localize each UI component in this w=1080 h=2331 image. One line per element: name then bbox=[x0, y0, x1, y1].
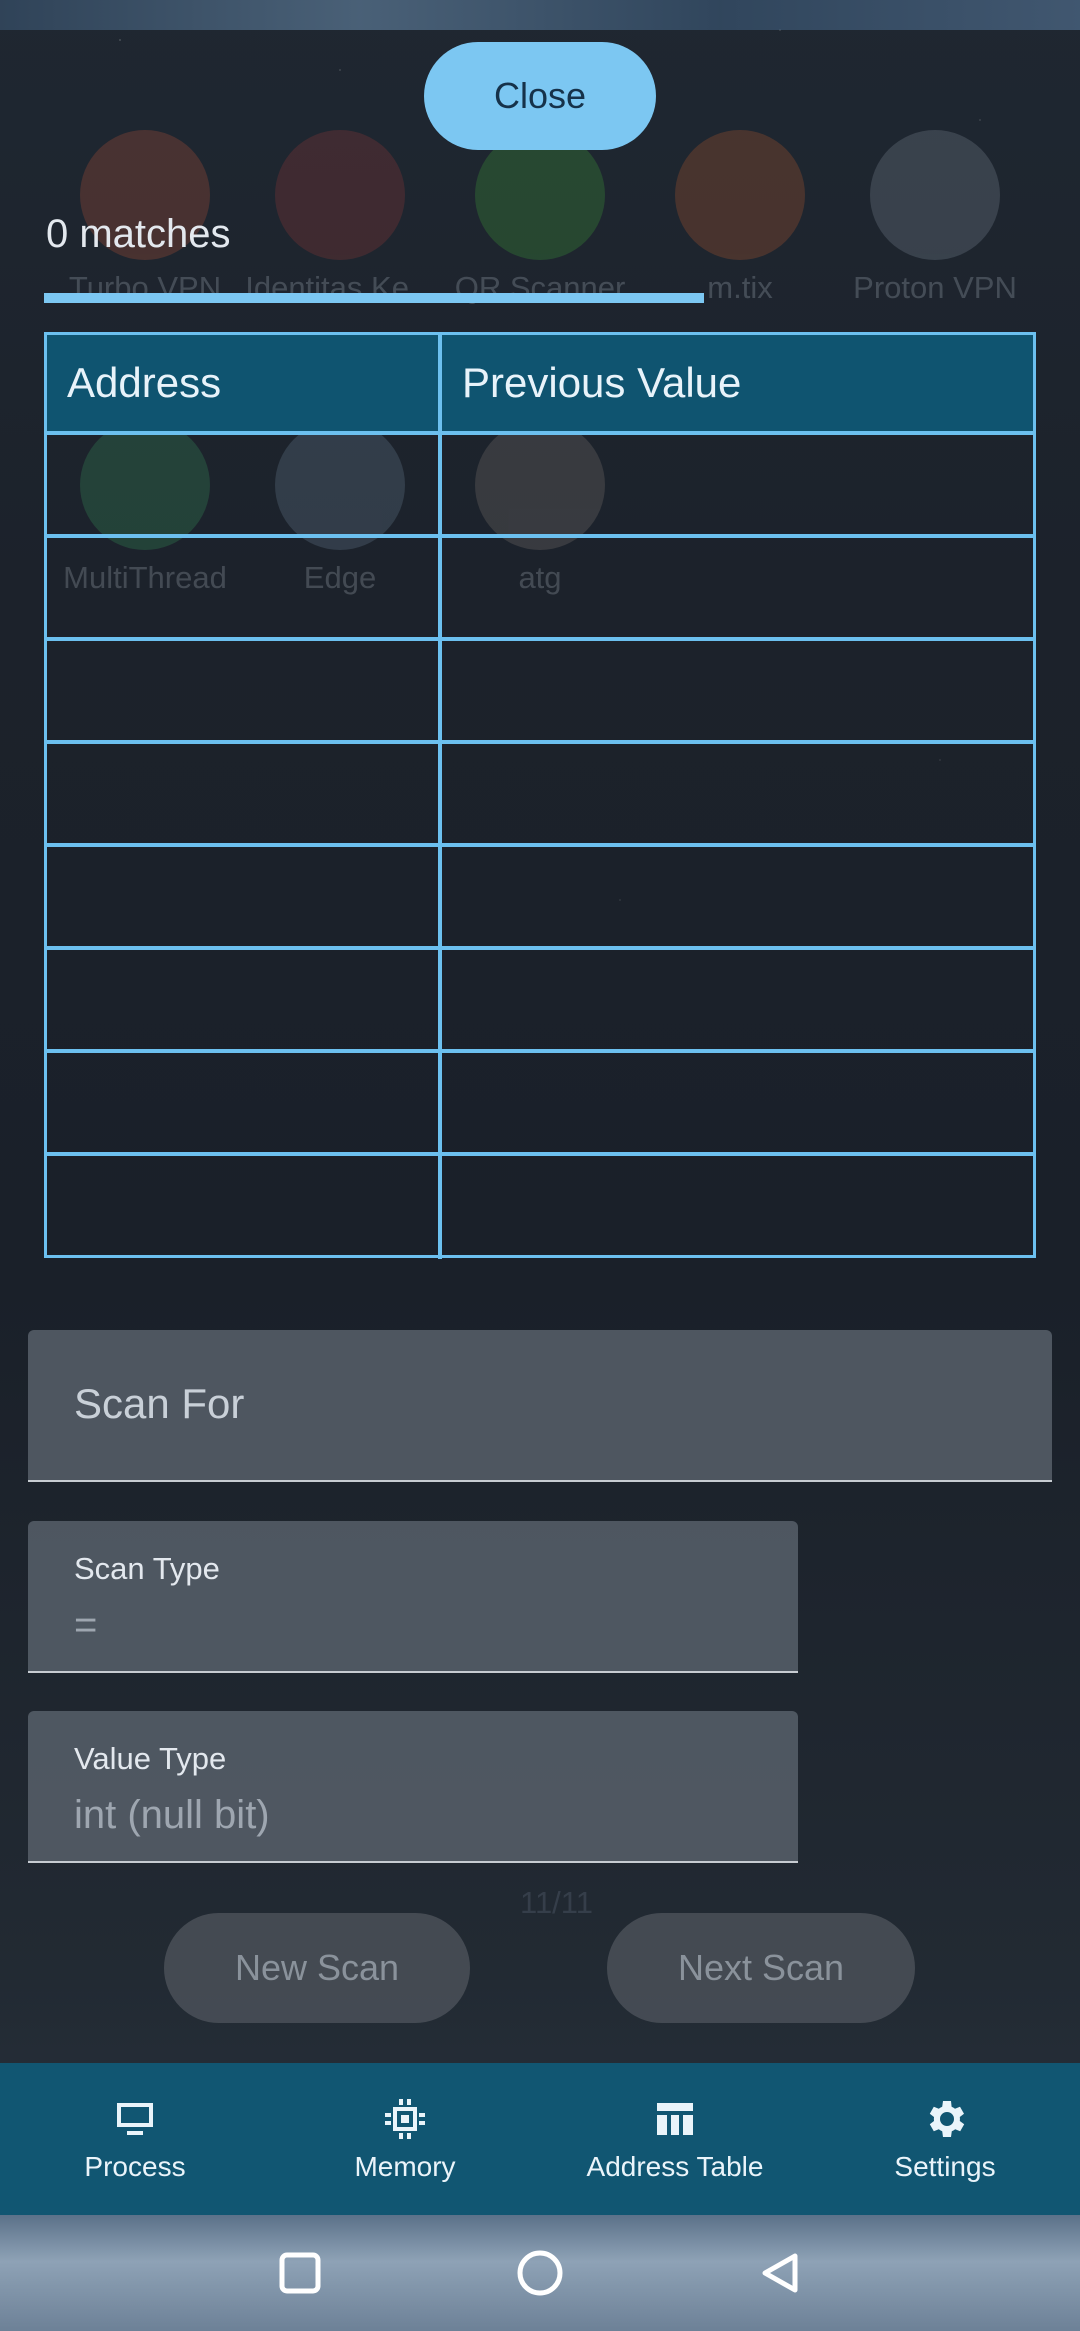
column-header-address: Address bbox=[47, 335, 442, 435]
close-button[interactable]: Close bbox=[424, 42, 656, 150]
table-cell-address[interactable] bbox=[47, 538, 442, 641]
table-icon bbox=[657, 2103, 693, 2135]
table-cell-address[interactable] bbox=[47, 1053, 442, 1156]
nav-label: Address Table bbox=[586, 2151, 764, 2182]
bottom-navigation: Process Memory Address Table Settings bbox=[0, 2063, 1080, 2215]
back-button[interactable] bbox=[750, 2243, 810, 2303]
home-button[interactable] bbox=[510, 2243, 570, 2303]
table-cell-address[interactable] bbox=[47, 641, 442, 744]
table-cell-previous-value[interactable] bbox=[442, 435, 1033, 538]
nav-label: Memory bbox=[354, 2151, 456, 2182]
scan-type-select[interactable]: Scan Type = bbox=[28, 1521, 798, 1673]
nav-item-address-table[interactable]: Address Table bbox=[540, 2063, 810, 2215]
scan-progress-fill bbox=[44, 293, 704, 303]
scan-for-placeholder: Scan For bbox=[74, 1380, 245, 1427]
results-table: Address Previous Value bbox=[44, 332, 1036, 1259]
new-scan-button[interactable]: New Scan bbox=[164, 1913, 470, 2023]
nav-item-memory[interactable]: Memory bbox=[270, 2063, 540, 2215]
chip-icon bbox=[385, 2099, 425, 2139]
result-counter: 11/11 bbox=[520, 1885, 593, 1920]
system-navigation-bar bbox=[0, 2215, 1080, 2331]
status-area bbox=[0, 0, 1080, 30]
recents-button[interactable] bbox=[270, 2243, 330, 2303]
column-header-previous-value: Previous Value bbox=[442, 335, 1033, 435]
nav-label: Process bbox=[84, 2151, 186, 2182]
monitor-icon bbox=[117, 2103, 153, 2135]
next-scan-button[interactable]: Next Scan bbox=[607, 1913, 915, 2023]
table-cell-previous-value[interactable] bbox=[442, 641, 1033, 744]
triangle-back-icon bbox=[762, 2253, 798, 2293]
bg-app-label: Proton VPN bbox=[853, 270, 1017, 305]
bg-app-proton-vpn: Proton VPN bbox=[845, 130, 1025, 306]
gear-icon bbox=[929, 2101, 965, 2137]
circle-icon bbox=[517, 2250, 563, 2296]
bg-app-label: m.tix bbox=[707, 270, 773, 305]
scan-for-input[interactable]: Scan For bbox=[28, 1330, 1052, 1482]
square-icon bbox=[279, 2252, 321, 2294]
nav-item-settings[interactable]: Settings bbox=[810, 2063, 1080, 2215]
bg-app-identitas: Identitas Ke... bbox=[240, 130, 440, 306]
table-cell-address[interactable] bbox=[47, 847, 442, 950]
scan-type-label: Scan Type bbox=[74, 1551, 220, 1586]
table-cell-address[interactable] bbox=[47, 950, 442, 1053]
matches-count: 0 matches bbox=[46, 212, 231, 256]
bg-app-mtix: m.tix bbox=[655, 130, 825, 306]
value-type-label: Value Type bbox=[74, 1741, 227, 1776]
bg-app-qr-scanner: QR Scanner bbox=[450, 130, 630, 306]
table-cell-address[interactable] bbox=[47, 744, 442, 847]
nav-item-process[interactable]: Process bbox=[0, 2063, 270, 2215]
scan-progress-bar bbox=[44, 293, 704, 303]
table-cell-address[interactable] bbox=[47, 1156, 442, 1259]
scan-type-value: = bbox=[74, 1603, 98, 1647]
value-type-select[interactable]: Value Type int (null bit) bbox=[28, 1711, 798, 1863]
nav-label: Settings bbox=[894, 2151, 996, 2182]
table-cell-previous-value[interactable] bbox=[442, 744, 1033, 847]
table-cell-previous-value[interactable] bbox=[442, 847, 1033, 950]
table-cell-previous-value[interactable] bbox=[442, 950, 1033, 1053]
table-cell-previous-value[interactable] bbox=[442, 1053, 1033, 1156]
value-type-value: int (null bit) bbox=[74, 1793, 270, 1837]
table-cell-previous-value[interactable] bbox=[442, 1156, 1033, 1259]
table-cell-previous-value[interactable] bbox=[442, 538, 1033, 641]
table-cell-address[interactable] bbox=[47, 435, 442, 538]
